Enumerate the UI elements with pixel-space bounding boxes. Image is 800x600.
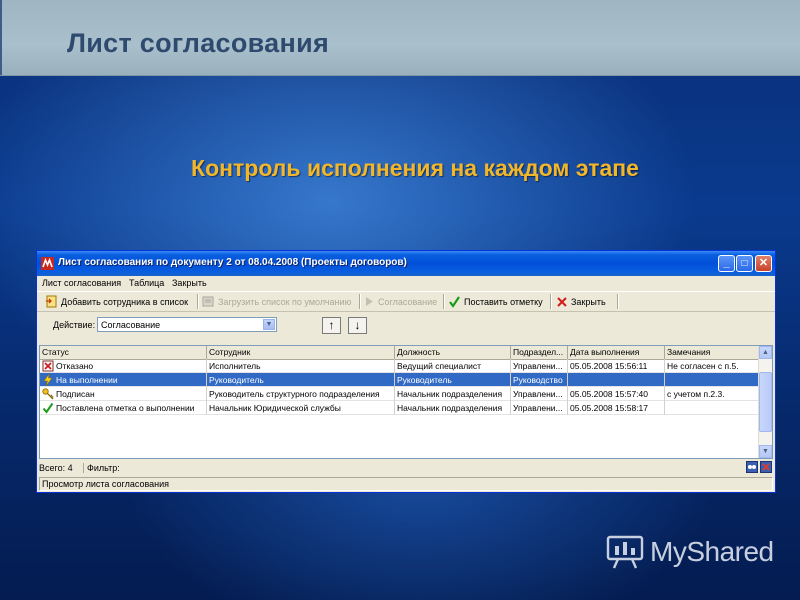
scroll-down-icon[interactable]: ▼ — [759, 445, 772, 458]
cell-position: Руководитель — [395, 373, 511, 387]
checkmark-icon — [449, 296, 460, 308]
cell-notes — [665, 401, 760, 415]
set-mark-button[interactable]: Поставить отметку — [448, 294, 543, 309]
approval-label: Согласование — [378, 296, 438, 307]
filter-label: Фильтр: — [83, 463, 120, 473]
column-employee[interactable]: Сотрудник — [207, 346, 395, 359]
toolbar-separator — [443, 294, 445, 309]
grid-status-bar: Всего: 4 Фильтр: — [39, 461, 773, 475]
table-row[interactable]: Поставлена отметка о выполнении Начальни… — [40, 401, 760, 415]
scroll-up-icon[interactable]: ▲ — [759, 346, 772, 359]
cell-status: Поставлена отметка о выполнении — [54, 401, 207, 415]
slide-header: Лист согласования — [0, 0, 800, 76]
cell-department: Управлени... — [511, 359, 568, 373]
cell-employee: Исполнитель — [207, 359, 395, 373]
column-notes[interactable]: Замечания — [665, 346, 760, 359]
column-position[interactable]: Должность — [395, 346, 511, 359]
brand-logo: MyShared — [606, 535, 774, 569]
key-icon — [42, 388, 54, 400]
cell-status: Подписан — [54, 387, 207, 401]
cell-employee: Начальник Юридической службы — [207, 401, 395, 415]
toolbar: Добавить сотрудника в список Загрузить с… — [37, 291, 775, 312]
cell-date: 05.05.2008 15:58:17 — [568, 401, 665, 415]
add-employee-button[interactable]: Добавить сотрудника в список — [45, 294, 188, 309]
action-select[interactable]: Согласование ▼ — [97, 317, 277, 332]
approval-grid: Статус Сотрудник Должность Подраздел... … — [39, 345, 773, 459]
close-button[interactable]: Закрыть — [556, 294, 606, 309]
cell-position: Начальник подразделения — [395, 387, 511, 401]
approval-window: Лист согласования по документу 2 от 08.0… — [36, 250, 776, 493]
load-default-label: Загрузить список по умолчанию — [218, 296, 352, 307]
approval-button[interactable]: Согласование — [364, 294, 437, 309]
add-employee-label: Добавить сотрудника в список — [61, 296, 189, 307]
grid-header: Статус Сотрудник Должность Подраздел... … — [40, 346, 760, 360]
row-count: Всего: 4 — [39, 463, 73, 473]
checkmark-icon — [42, 402, 54, 414]
column-status[interactable]: Статус — [40, 346, 207, 359]
load-list-icon — [202, 296, 214, 307]
add-user-icon — [46, 295, 57, 308]
menu-close[interactable]: Закрыть — [172, 278, 207, 288]
cell-status: Отказано — [54, 359, 207, 373]
cell-department: Руководство — [511, 373, 568, 387]
set-mark-label: Поставить отметку — [464, 296, 543, 307]
clear-filter-icon[interactable] — [760, 461, 772, 473]
toolbar-separator — [550, 294, 552, 309]
cell-notes — [665, 373, 760, 387]
load-default-button[interactable]: Загрузить список по умолчанию — [202, 294, 351, 309]
move-up-button[interactable]: ↑ — [322, 317, 341, 334]
window-titlebar[interactable]: Лист согласования по документу 2 от 08.0… — [37, 251, 775, 276]
cell-position: Ведущий специалист — [395, 359, 511, 373]
toolbar-separator — [197, 294, 199, 309]
cell-employee: Руководитель — [207, 373, 395, 387]
cell-date: 05.05.2008 15:56:11 — [568, 359, 665, 373]
in-progress-icon — [43, 374, 53, 386]
status-text: Просмотр листа согласования — [42, 479, 170, 489]
close-icon — [557, 296, 567, 307]
maximize-button[interactable]: □ — [736, 255, 753, 272]
table-row-selected[interactable]: На выполнении Руководитель Руководитель … — [40, 373, 760, 387]
cell-notes: с учетом п.2.3. — [665, 387, 760, 401]
menu-approval-list[interactable]: Лист согласования — [42, 278, 121, 288]
app-icon — [41, 257, 54, 270]
brand-name: MyShared — [650, 536, 774, 567]
column-date[interactable]: Дата выполнения — [568, 346, 665, 359]
slide-title: Лист согласования — [67, 28, 330, 58]
cell-date: 05.05.2008 15:57:40 — [568, 387, 665, 401]
move-down-button[interactable]: ↓ — [348, 317, 367, 334]
rejected-icon — [42, 360, 54, 372]
close-label: Закрыть — [571, 296, 606, 307]
cell-status: На выполнении — [54, 373, 207, 387]
cell-department: Управлени... — [511, 401, 568, 415]
action-label: Действие: — [53, 320, 96, 330]
cell-position: Начальник подразделения — [395, 401, 511, 415]
table-row[interactable]: Отказано Исполнитель Ведущий специалист … — [40, 359, 760, 373]
presentation-board-icon — [606, 535, 644, 569]
menu-bar: Лист согласования Таблица Закрыть — [37, 276, 775, 290]
chevron-down-icon[interactable]: ▼ — [263, 319, 275, 330]
column-department[interactable]: Подраздел... — [511, 346, 568, 359]
menu-table[interactable]: Таблица — [129, 278, 164, 288]
slide-subtitle: Контроль исполнения на каждом этапе — [191, 155, 639, 181]
cell-department: Управлени... — [511, 387, 568, 401]
cell-notes: Не согласен с п.5. — [665, 359, 760, 373]
arrow-up-icon: ↑ — [328, 318, 335, 332]
toolbar-separator — [617, 294, 619, 309]
filter-settings-icon[interactable] — [746, 461, 758, 473]
grid-scrollbar[interactable]: ▲ ▼ — [758, 346, 772, 458]
table-row[interactable]: Подписан Руководитель структурного подра… — [40, 387, 760, 401]
window-title: Лист согласования по документу 2 от 08.0… — [58, 257, 407, 268]
scroll-thumb[interactable] — [759, 372, 772, 432]
header-edge — [0, 0, 2, 75]
cell-employee: Руководитель структурного подразделения — [207, 387, 395, 401]
play-icon — [366, 297, 373, 306]
window-status-bar: Просмотр листа согласования — [39, 477, 773, 491]
minimize-button[interactable]: _ — [718, 255, 735, 272]
arrow-down-icon: ↓ — [354, 318, 361, 332]
toolbar-separator — [359, 294, 361, 309]
cell-date — [568, 373, 665, 387]
close-window-button[interactable]: ✕ — [755, 255, 772, 272]
action-select-value: Согласование — [101, 320, 161, 330]
